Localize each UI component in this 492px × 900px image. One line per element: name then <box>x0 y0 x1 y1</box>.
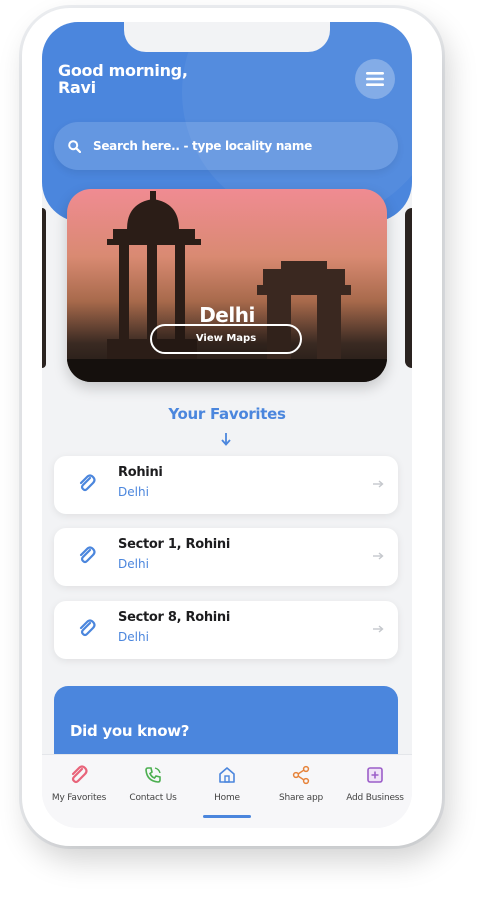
greeting: Good morning, Ravi <box>58 62 258 96</box>
plus-square-icon <box>367 767 383 783</box>
favorite-item[interactable]: Sector 8, Rohini Delhi <box>54 601 398 659</box>
city-card[interactable]: Delhi View Maps <box>67 189 387 382</box>
favorite-item[interactable]: Rohini Delhi <box>54 456 398 514</box>
phone-icon <box>145 767 161 783</box>
nav-share-app[interactable]: Share app <box>264 755 338 828</box>
favorite-name: Rohini <box>118 465 163 480</box>
nav-label: Share app <box>279 793 323 803</box>
nav-contact-us[interactable]: Contact Us <box>116 755 190 828</box>
arrow-right-icon[interactable] <box>372 551 384 561</box>
home-icon <box>219 767 235 783</box>
did-you-know-title: Did you know? <box>70 722 190 740</box>
user-name: Ravi <box>58 78 96 97</box>
paperclip-icon <box>79 546 96 564</box>
bottom-nav: My Favorites Contact Us Home Share app A… <box>42 754 412 828</box>
search-bar[interactable] <box>54 122 398 170</box>
greeting-line: Good morning, <box>58 61 188 80</box>
paperclip-icon <box>79 474 96 492</box>
arrow-down-icon <box>221 433 231 446</box>
nav-add-business[interactable]: Add Business <box>338 755 412 828</box>
favorite-item[interactable]: Sector 1, Rohini Delhi <box>54 528 398 586</box>
previous-city-card[interactable] <box>42 208 46 368</box>
nav-label: Contact Us <box>129 793 177 803</box>
search-icon <box>68 139 81 153</box>
favorite-city: Delhi <box>118 630 149 644</box>
arrow-right-icon[interactable] <box>372 479 384 489</box>
search-input[interactable] <box>93 139 373 153</box>
view-maps-button[interactable]: View Maps <box>150 324 302 354</box>
nav-home[interactable]: Home <box>190 755 264 828</box>
favorite-city: Delhi <box>118 557 149 571</box>
paperclip-icon <box>71 765 88 784</box>
paperclip-icon <box>79 619 96 637</box>
menu-button[interactable] <box>355 59 395 99</box>
device-notch <box>124 22 330 52</box>
favorite-name: Sector 1, Rohini <box>118 537 231 552</box>
share-icon <box>292 765 310 785</box>
nav-label: Add Business <box>346 793 404 803</box>
nav-my-favorites[interactable]: My Favorites <box>42 755 116 828</box>
nav-label: Home <box>214 793 240 803</box>
nav-label: My Favorites <box>51 793 107 803</box>
arrow-right-icon[interactable] <box>372 624 384 634</box>
active-tab-indicator <box>203 815 251 818</box>
favorite-city: Delhi <box>118 485 149 499</box>
hamburger-icon <box>366 72 384 86</box>
favorites-title: Your Favorites <box>168 405 286 423</box>
favorite-name: Sector 8, Rohini <box>118 610 231 625</box>
app-screen: Good morning, Ravi Search here.. - type … <box>42 22 412 828</box>
next-city-card[interactable] <box>405 208 412 368</box>
